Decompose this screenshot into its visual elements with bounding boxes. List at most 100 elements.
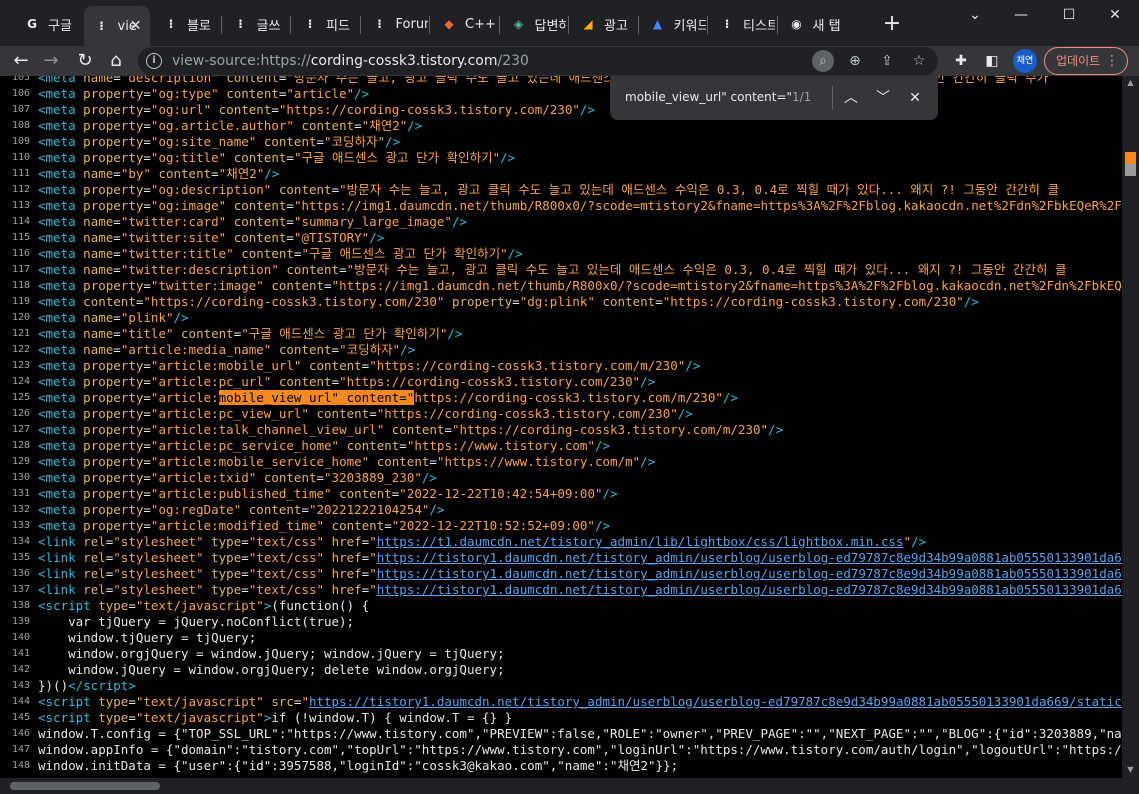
tab-separator <box>359 16 361 34</box>
source-line: 128 <meta property="article:pc_service_ho… <box>0 438 1122 454</box>
tab-9[interactable]: ▲ 키워드 <box>640 8 706 40</box>
new-tab-button[interactable]: + <box>880 12 904 36</box>
line-code: window.initData = {"user":{"id":3957588,… <box>38 758 679 773</box>
tab-4[interactable]: ⁝ 피드 <box>292 8 358 40</box>
tab-label: 광고 <box>604 18 628 34</box>
update-label: 업데이트 <box>1056 54 1101 68</box>
back-button[interactable]: ← <box>8 48 34 74</box>
line-code: <link rel="stylesheet" type="text/css" h… <box>38 550 1122 565</box>
source-line: 145 <script type="text/javascript">if (!w… <box>0 710 1122 726</box>
browser-toolbar: ← → ↻ ⌂ i view-source:https://cording-co… <box>0 46 1139 76</box>
line-code: <meta property="article:pc_view_url" con… <box>38 406 693 421</box>
tab-label: 키워드 <box>673 18 706 34</box>
tab-8[interactable]: ◢ 광고 <box>570 8 636 40</box>
find-close-button[interactable]: ✕ <box>903 86 927 110</box>
tab-3[interactable]: ⁝ 글쓰 <box>223 8 289 40</box>
tab-10[interactable]: ⁝ 티스트 <box>709 8 775 40</box>
find-divider <box>832 86 833 110</box>
share-icon[interactable]: ⇪ <box>876 50 898 72</box>
minimize-button[interactable]: — <box>998 4 1044 26</box>
source-line: 135 <link rel="stylesheet" type="text/css… <box>0 550 1122 566</box>
line-number: 138 <box>11 600 30 611</box>
line-number: 127 <box>11 424 30 435</box>
address-bar[interactable]: i view-source:https://cording-cossk3.tis… <box>138 47 938 75</box>
site-info-icon[interactable]: i <box>146 53 162 69</box>
source-line: 131 <meta property="article:published_tim… <box>0 486 1122 502</box>
line-code: <meta name="plink"/> <box>38 310 189 325</box>
line-number: 128 <box>11 440 30 451</box>
source-line: 110 <meta property="og:title" content="구글… <box>0 150 1122 166</box>
tab-7[interactable]: ◈ 답변하 <box>501 8 567 40</box>
line-code: <meta name="by" content="채연2"/> <box>38 166 280 181</box>
tab-label: 답변하 <box>534 18 567 34</box>
forward-button[interactable]: → <box>38 48 64 74</box>
menu-kebab-icon[interactable]: ⋮ <box>1105 48 1119 74</box>
zoom-icon[interactable]: ⊕ <box>844 50 866 72</box>
horizontal-scroll-thumb[interactable] <box>10 782 160 790</box>
line-code: window.tjQuery = tjQuery; <box>38 630 257 645</box>
scrollbar-corner <box>1122 778 1139 794</box>
minimize-chevron-icon[interactable]: ⌄ <box>952 4 998 26</box>
extensions-icon[interactable]: ✚ <box>949 49 973 73</box>
line-code: <meta property="article:mobile_view_url"… <box>38 390 738 405</box>
source-line: 142 window.jQuery = window.orgjQuery; de… <box>0 662 1122 678</box>
find-in-page-icon[interactable]: ⌕ <box>812 50 834 72</box>
close-window-button[interactable]: ✕ <box>1092 4 1138 26</box>
tab-label: 새 탭 <box>812 18 841 34</box>
profile-avatar[interactable]: 채연 <box>1013 49 1037 73</box>
source-line: 114 <meta name="twitter:card" content="su… <box>0 214 1122 230</box>
line-number: 142 <box>11 664 30 675</box>
bookmark-star-icon[interactable]: ☆ <box>908 50 930 72</box>
line-code: window.orgjQuery = window.jQuery; window… <box>38 646 505 661</box>
line-number: 130 <box>11 472 30 483</box>
tistory-icon: ⁝ <box>377 17 382 31</box>
address-text[interactable]: view-source:https://cording-cossk3.tisto… <box>172 53 529 69</box>
source-line: 119 <meta content="https://cording-cossk3… <box>0 294 1122 310</box>
tab-6[interactable]: ◆ C++ ( <box>431 8 497 40</box>
scroll-up-arrow-icon[interactable]: ▲ <box>1125 78 1136 89</box>
tab-11[interactable]: ◉ 새 탭 <box>779 8 859 40</box>
tab-label: 구글 <box>48 18 72 34</box>
line-code: <link rel="stylesheet" type="text/css" h… <box>38 534 927 549</box>
reload-button[interactable]: ↻ <box>72 48 98 74</box>
line-number: 132 <box>11 504 30 515</box>
source-line: 109 <meta property="og:site_name" content… <box>0 134 1122 150</box>
line-code: <script type="text/javascript" src="http… <box>38 694 1122 709</box>
line-number: 106 <box>11 88 30 99</box>
tab-2[interactable]: ⁝ 블로 <box>153 8 219 40</box>
chrome-icon: ◉ <box>791 17 802 31</box>
source-line: 147 window.appInfo = {"domain":"tistory.c… <box>0 742 1122 758</box>
line-code: <meta content="https://cording-cossk3.ti… <box>38 294 979 309</box>
find-next-button[interactable]: ﹀ <box>871 86 895 110</box>
tab-5[interactable]: ⁝ Forun <box>362 8 427 40</box>
tab-separator <box>568 16 569 34</box>
tab-strip: G구글⁝vie✕⁝블로⁝글쓰⁝피드⁝Forun◆C++ (◈답변하◢광고▲키워드… <box>0 0 1139 46</box>
tab-separator <box>776 16 778 34</box>
source-line: 116 <meta name="twitter:title" content="구… <box>0 246 1122 262</box>
line-number: 123 <box>11 360 30 371</box>
line-number: 131 <box>11 488 30 499</box>
home-button[interactable]: ⌂ <box>103 48 129 74</box>
maximize-button[interactable]: ☐ <box>1046 4 1092 26</box>
side-panel-icon[interactable]: ◧ <box>980 49 1004 73</box>
close-tab-icon[interactable]: ✕ <box>130 18 142 34</box>
line-code: })()</script> <box>38 678 136 693</box>
source-line: 146 window.T.config = {"TOP_SSL_URL":"htt… <box>0 726 1122 742</box>
update-button[interactable]: 업데이트 ⋮ <box>1044 47 1128 75</box>
tab-1[interactable]: ⁝ vie ✕ <box>83 6 150 46</box>
line-number: 133 <box>11 520 30 531</box>
line-number: 110 <box>11 152 30 163</box>
line-number: 134 <box>11 536 30 547</box>
source-line: 140 window.tjQuery = tjQuery; <box>0 630 1122 646</box>
horizontal-scrollbar[interactable] <box>0 778 1122 794</box>
line-number: 114 <box>11 216 30 227</box>
vertical-scrollbar[interactable]: ▲ ▼ <box>1122 76 1139 778</box>
find-previous-button[interactable]: ︿ <box>839 86 863 110</box>
tab-label: C++ ( <box>465 16 497 32</box>
source-view[interactable]: 105 <meta name="description" content="방문자… <box>0 76 1122 778</box>
find-input[interactable]: mobile_view_url" content=" <box>625 90 792 104</box>
source-line: 107 <meta property="og:url" content="http… <box>0 102 1122 118</box>
scroll-down-arrow-icon[interactable]: ▼ <box>1125 765 1136 776</box>
tab-0[interactable]: G 구글 <box>14 8 80 40</box>
line-code: var tjQuery = jQuery.noConflict(true); <box>38 614 355 629</box>
